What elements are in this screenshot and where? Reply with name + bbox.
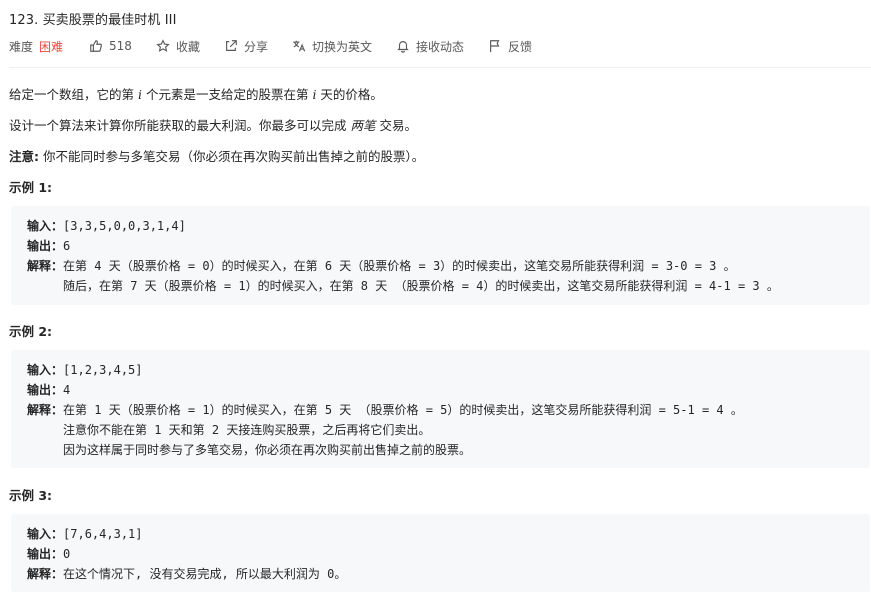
follow-button[interactable]: 接收动态 [396,38,464,55]
share-button[interactable]: 分享 [224,38,268,55]
flag-icon [490,40,500,53]
difficulty-label: 难度 [9,39,34,54]
example-3-input: 输入：[7,6,4,3,1] [27,527,143,541]
example-1-explain-line-2: 随后，在第 7 天（股票价格 = 1）的时候买入，在第 8 天 （股票价格 = … [63,279,779,293]
example-1-input: 输入：[3,3,5,0,0,3,1,4] [27,219,186,233]
description-note: 注意: 你不能同时参与多笔交易（你必须在再次购买前出售掉之前的股票）。 [9,149,425,164]
problem-meta-bar: 难度 困难 518 收藏 分享 切换为英文 接收动态 反馈 [9,37,556,55]
collect-label: 收藏 [175,39,200,54]
example-2-explain-line-3: 因为这样属于同时参与了多笔交易，你必须在再次购买前出售掉之前的股票。 [63,443,472,457]
example-1-output: 输出：6 [27,239,71,253]
star-icon [156,39,170,52]
example-3-box: 输入：[7,6,4,3,1] 输出：0 解释：在这个情况下, 没有交易完成, 所… [11,514,870,592]
bell-icon [397,41,409,53]
difficulty-badge: 困难 [39,39,64,54]
feedback-button[interactable]: 反馈 [488,38,532,55]
switch-language-button[interactable]: 切换为英文 [292,38,372,55]
example-3-title: 示例 3: [9,488,53,503]
header-divider [9,67,871,68]
example-2-explain: 解释：在第 1 天（股票价格 = 1）的时候买入，在第 5 天 （股票价格 = … [27,403,743,417]
feedback-label: 反馈 [508,39,533,54]
like-button[interactable]: 518 [89,39,132,53]
like-count: 518 [109,39,132,53]
example-1-explain: 解释：在第 4 天（股票价格 = 0）的时候买入，在第 6 天（股票价格 = 3… [27,259,736,273]
example-2-box: 输入：[1,2,3,4,5] 输出：4 解释：在第 1 天（股票价格 = 1）的… [11,350,870,468]
share-icon [226,40,237,51]
example-1-title: 示例 1: [9,180,53,195]
example-2-title: 示例 2: [9,324,53,339]
description-paragraph-2: 设计一个算法来计算你所能获取的最大利润。你最多可以完成 两笔 交易。 [9,118,417,133]
translate-icon [293,40,306,52]
problem-title: 123. 买卖股票的最佳时机 III [9,13,177,28]
thumbs-up-icon [90,40,102,52]
example-3-output: 输出：0 [27,547,71,561]
example-3-explain: 解释：在这个情况下, 没有交易完成, 所以最大利润为 0。 [27,567,347,581]
example-2-input: 输入：[1,2,3,4,5] [27,363,143,377]
description-paragraph-1: 给定一个数组，它的第 i 个元素是一支给定的股票在第 i 天的价格。 [9,87,383,102]
follow-label: 接收动态 [415,39,464,54]
collect-button[interactable]: 收藏 [156,38,200,55]
example-1-box: 输入：[3,3,5,0,0,3,1,4] 输出：6 解释：在第 4 天（股票价格… [11,206,870,305]
example-2-output: 输出：4 [27,383,71,397]
switch-language-label: 切换为英文 [311,39,372,54]
example-2-explain-line-2: 注意你不能在第 1 天和第 2 天接连购买股票，之后再将它们卖出。 [63,423,431,437]
share-label: 分享 [243,39,268,54]
